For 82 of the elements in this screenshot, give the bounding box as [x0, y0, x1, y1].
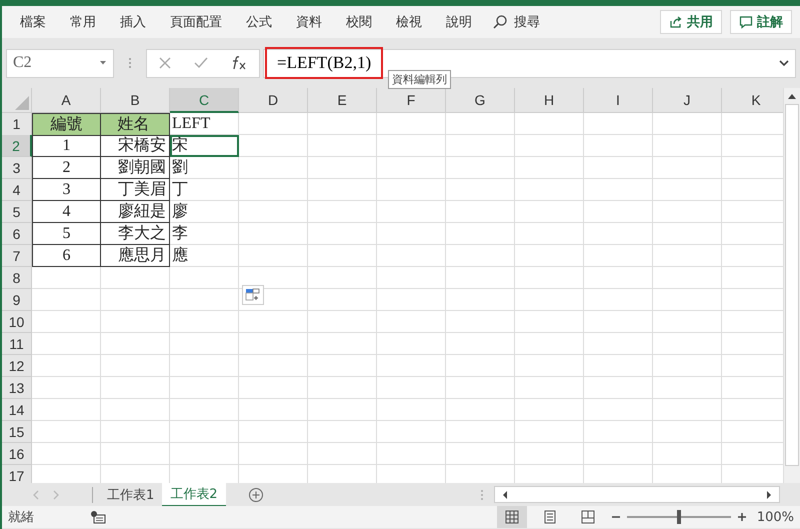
formula-text: =LEFT(B2,1) — [265, 47, 384, 79]
tooltip: 資料編輯列 — [388, 70, 451, 89]
sheet-tab[interactable]: 工作表1 — [99, 484, 162, 506]
drag-handle-icon[interactable] — [128, 56, 132, 70]
grid-icon — [504, 510, 519, 524]
ribbon-tab[interactable]: 常用 — [60, 13, 106, 31]
table-cell: 4 — [32, 201, 101, 223]
dropdown-icon — [99, 60, 107, 66]
ribbon-tab[interactable]: 頁面配置 — [160, 13, 232, 31]
share-icon — [669, 15, 683, 29]
table-cell: 李大之 — [101, 223, 170, 245]
row-header[interactable]: 9 — [2, 289, 32, 311]
table-cell: 宋 — [170, 135, 239, 157]
ribbon-tab[interactable]: 檢視 — [386, 13, 432, 31]
table-cell: 廖紐是 — [101, 201, 170, 223]
table-cell: 1 — [32, 135, 101, 157]
comment-icon — [739, 15, 753, 29]
row-header[interactable]: 16 — [2, 443, 32, 465]
row-header[interactable]: 7 — [2, 245, 32, 267]
table-cell: 丁 — [170, 179, 239, 201]
ribbon-tab[interactable]: 資料 — [286, 13, 332, 31]
ribbon-tab[interactable]: 插入 — [110, 13, 156, 31]
page-break-icon — [580, 510, 595, 524]
table-cell: 編號 — [32, 113, 101, 136]
row-header[interactable]: 11 — [2, 333, 32, 355]
ribbon-tab[interactable]: 說明 — [436, 13, 482, 31]
ribbon-tab[interactable]: 檔案 — [10, 13, 56, 31]
search-button[interactable]: 搜尋 — [492, 13, 540, 31]
page-icon — [542, 510, 557, 524]
vertical-scrollbar[interactable] — [783, 88, 800, 483]
table-cell: 應 — [170, 245, 239, 267]
macro-record-icon[interactable] — [90, 510, 106, 524]
expand-icon[interactable] — [779, 60, 789, 66]
sheet-tab[interactable]: 工作表2 — [162, 482, 226, 506]
table-cell: 5 — [32, 223, 101, 245]
comments-button[interactable]: 註解 — [730, 10, 792, 34]
drag-handle-icon[interactable] — [480, 488, 484, 502]
table-cell: 廖 — [170, 201, 239, 223]
zoom-in-icon[interactable] — [736, 512, 747, 522]
row-header[interactable]: 17 — [2, 465, 32, 483]
zoom-slider-thumb[interactable] — [676, 510, 681, 524]
row-header[interactable]: 12 — [2, 355, 32, 377]
row-header[interactable]: 1 — [2, 113, 32, 136]
add-sheet-icon[interactable] — [248, 486, 264, 502]
table-cell: 李 — [170, 223, 239, 245]
table-cell: 劉 — [170, 157, 239, 179]
scroll-up-icon[interactable] — [787, 92, 797, 100]
zoom-level[interactable]: 100% — [756, 510, 794, 524]
row-header[interactable]: 5 — [2, 201, 32, 223]
ribbon-tab[interactable]: 公式 — [236, 13, 282, 31]
row-header[interactable]: 13 — [2, 377, 32, 399]
function-icon[interactable] — [230, 55, 248, 71]
table-cell: 3 — [32, 179, 101, 201]
normal-view-button[interactable] — [496, 506, 527, 528]
horizontal-scrollbar[interactable] — [494, 486, 780, 503]
table-cell: 應思月 — [101, 245, 170, 267]
table-cell: 姓名 — [101, 113, 170, 136]
column-header[interactable]: C — [170, 88, 239, 113]
table-cell: 劉朝國 — [101, 157, 170, 179]
row-header[interactable]: 10 — [2, 311, 32, 333]
paste-options-icon — [245, 288, 261, 302]
check-icon[interactable] — [192, 56, 209, 70]
status-text: 就緒 — [8, 509, 34, 526]
row-header[interactable]: 14 — [2, 399, 32, 421]
table-cell: LEFT — [170, 113, 239, 136]
share-button[interactable]: 共用 — [660, 10, 722, 34]
row-header[interactable]: 3 — [2, 157, 32, 179]
row-header[interactable]: 4 — [2, 179, 32, 201]
table-cell: 6 — [32, 245, 101, 267]
paste-options-button[interactable] — [242, 285, 264, 305]
row-header[interactable]: 15 — [2, 421, 32, 443]
row-header[interactable]: 6 — [2, 223, 32, 245]
name-box[interactable]: C2 — [6, 48, 114, 78]
table-cell: 2 — [32, 157, 101, 179]
scroll-right-icon[interactable] — [765, 490, 773, 500]
table-cell: 宋橋安 — [101, 135, 170, 157]
ribbon-tab[interactable]: 校閱 — [336, 13, 382, 31]
row-header[interactable]: 8 — [2, 267, 32, 289]
scroll-left-icon[interactable] — [501, 490, 509, 500]
table-cell: 丁美眉 — [101, 179, 170, 201]
row-header[interactable]: 2 — [2, 135, 32, 157]
search-icon — [492, 14, 508, 30]
